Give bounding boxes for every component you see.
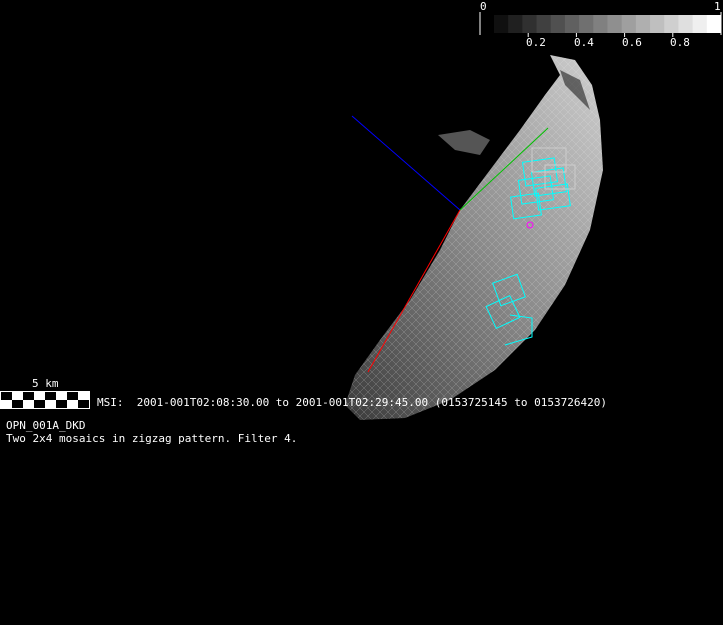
observation-time-range: MSI: 2001-001T02:08:30.00 to 2001-001T02… xyxy=(97,396,607,409)
colorbar-max-label: 1 xyxy=(714,0,721,13)
colorbar-tick-label: 0.2 xyxy=(526,36,546,49)
colorbar-bin xyxy=(536,15,552,33)
colorbar-bin xyxy=(706,15,722,33)
colorbar xyxy=(479,12,722,37)
scale-bar-cell xyxy=(1,392,12,400)
colorbar-bin xyxy=(621,15,637,33)
colorbar-bin xyxy=(635,15,651,33)
scale-bar-cell xyxy=(67,392,78,400)
scale-bar-cell xyxy=(78,400,89,408)
colorbar-bin xyxy=(522,15,538,33)
sequence-id: OPN_001A_DKD xyxy=(6,419,86,432)
z-axis xyxy=(351,115,461,211)
scale-bar-cell xyxy=(23,392,34,400)
colorbar-tick-label: 0.8 xyxy=(670,36,690,49)
scale-bar-label: 5 km xyxy=(32,377,59,390)
colorbar-bin xyxy=(579,15,594,33)
colorbar-min-label: 0 xyxy=(480,0,487,13)
colorbar-bin xyxy=(692,15,708,33)
colorbar-bin xyxy=(564,15,580,33)
colorbar-tick-label: 0.4 xyxy=(574,36,594,49)
scale-bar-cell xyxy=(56,400,67,408)
asteroid-shape-model xyxy=(345,55,603,420)
asteroid-view xyxy=(0,12,722,420)
colorbar-bin xyxy=(508,15,523,33)
sequence-description: Two 2x4 mosaics in zigzag pattern. Filte… xyxy=(6,432,298,445)
scale-bar-cell xyxy=(34,400,45,408)
colorbar-tick-label: 0.6 xyxy=(622,36,642,49)
colorbar-bin xyxy=(494,15,509,33)
colorbar-bin xyxy=(664,15,679,33)
colorbar-bin xyxy=(678,15,694,33)
scale-bar-cell xyxy=(12,400,23,408)
scale-bar-cell xyxy=(45,392,56,400)
colorbar-bin xyxy=(607,15,623,33)
scale-bar xyxy=(0,391,90,409)
colorbar-bin xyxy=(550,15,566,33)
colorbar-bin xyxy=(593,15,608,33)
colorbar-bin xyxy=(650,15,665,33)
